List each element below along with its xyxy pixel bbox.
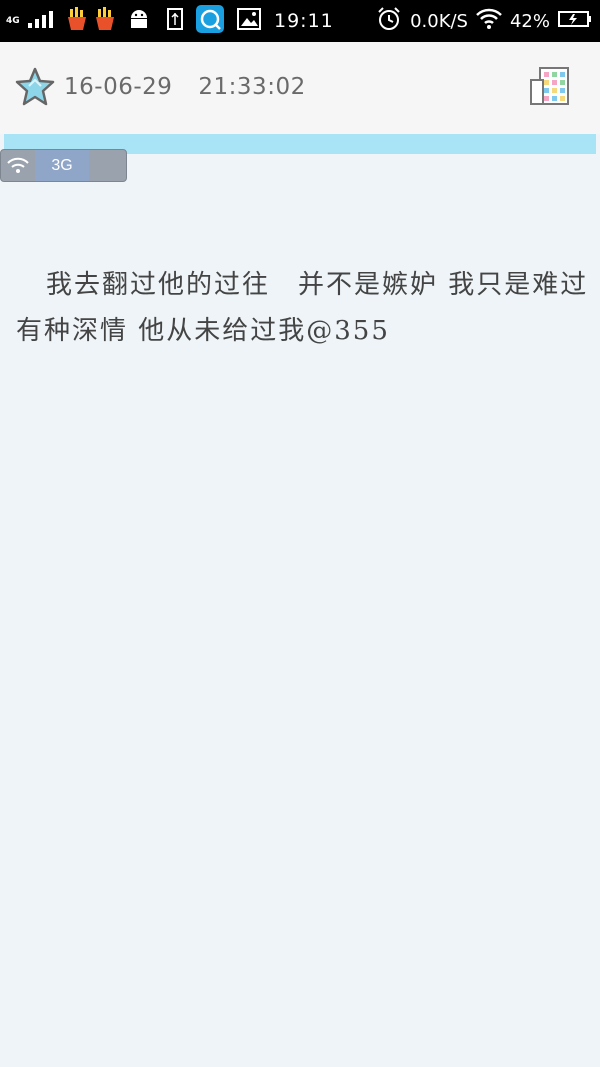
status-bar: 4G 19:11 0.0K/S 42% — [0, 0, 600, 42]
network-type-indicator: 4G — [6, 15, 20, 26]
network-status-chip[interactable]: 3G — [0, 149, 127, 182]
clock: 19:11 — [274, 10, 334, 32]
color-grid-icon — [530, 67, 569, 105]
note-time: 21:33:02 — [198, 74, 306, 100]
usb-icon — [166, 7, 184, 35]
network-speed: 0.0K/S — [410, 10, 468, 32]
note-date: 16-06-29 — [64, 74, 173, 100]
note-body-text[interactable]: 我去翻过他的过往 并不是嫉妒 我只是难过 有种深情 他从未给过我@355 — [16, 262, 600, 354]
network-type-3g: 3G — [35, 150, 89, 181]
fries-icon — [94, 7, 116, 35]
wifi-icon — [7, 157, 29, 173]
fries-icon — [66, 7, 88, 35]
alarm-icon — [376, 6, 402, 37]
signal-icon — [26, 8, 60, 34]
wifi-icon — [476, 8, 502, 35]
chip-wifi-section — [1, 150, 35, 181]
favorite-star-button[interactable] — [14, 66, 56, 108]
android-icon — [128, 7, 150, 35]
note-timestamp: 16-06-29 21:33:02 — [64, 74, 306, 100]
browser-app-icon — [195, 5, 224, 37]
battery-percent: 42% — [509, 10, 550, 32]
status-bar-right: 0.0K/S 42% — [376, 0, 592, 42]
status-bar-left: 4G — [0, 5, 262, 37]
color-grid-button[interactable] — [528, 66, 572, 108]
note-header: 16-06-29 21:33:02 — [0, 42, 600, 134]
star-icon — [15, 67, 55, 106]
image-icon — [236, 7, 262, 35]
network-type-label: 4G — [6, 15, 20, 26]
battery-icon — [558, 10, 592, 33]
